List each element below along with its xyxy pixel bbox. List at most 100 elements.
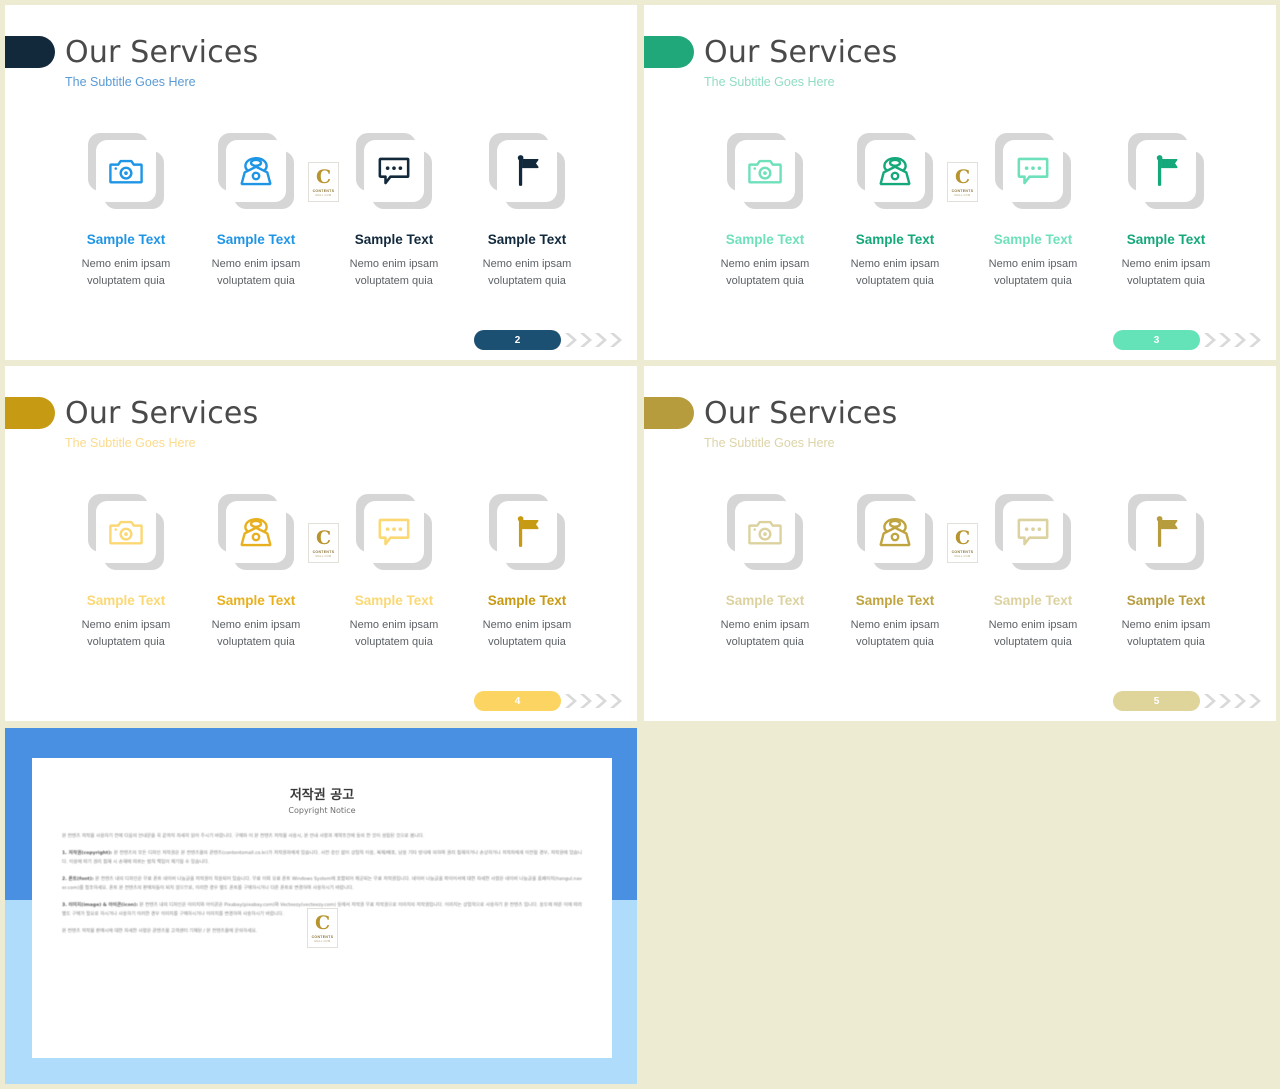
watermark-logo: C CONTENTS MALL.COM bbox=[308, 162, 339, 202]
header-accent-pill bbox=[5, 36, 55, 68]
chat-icon bbox=[364, 140, 424, 202]
watermark-letter: C bbox=[954, 165, 971, 188]
service-icon-box[interactable] bbox=[995, 494, 1071, 570]
slide-pager: 3 bbox=[1113, 330, 1264, 350]
service-card[interactable]: Sample Text Nemo enim ipsam voluptatem qui… bbox=[700, 133, 830, 290]
telephone-icon bbox=[226, 501, 286, 563]
slide-pager: 5 bbox=[1113, 691, 1264, 711]
chevron-right-icon bbox=[1249, 694, 1261, 708]
service-card[interactable]: Sample Text Nemo enim ipsam voluptatem qui… bbox=[191, 494, 321, 651]
watermark-line2: MALL.COM bbox=[954, 554, 971, 558]
service-card-description: Nemo enim ipsam voluptatem quia bbox=[850, 618, 940, 648]
service-card-description: Nemo enim ipsam voluptatem quia bbox=[850, 257, 940, 287]
service-card[interactable]: Sample Text Nemo enim ipsam voluptatem qui… bbox=[1101, 494, 1231, 651]
copyright-document: 저작권 공고 Copyright Notice 본 컨텐츠 저작물 사용하기 전… bbox=[32, 758, 612, 1058]
page-number-badge[interactable]: 3 bbox=[1113, 330, 1200, 350]
service-card-description: Nemo enim ipsam voluptatem quia bbox=[988, 618, 1078, 648]
copyright-subtitle: Copyright Notice bbox=[288, 806, 356, 815]
service-card[interactable]: Sample Text Nemo enim ipsam voluptatem qui… bbox=[968, 494, 1098, 651]
chat-icon bbox=[1003, 140, 1063, 202]
header-accent-pill bbox=[644, 397, 694, 429]
service-card[interactable]: Sample Text Nemo enim ipsam voluptatem qui… bbox=[61, 133, 191, 290]
service-card[interactable]: Sample Text Nemo enim ipsam voluptatem qui… bbox=[462, 494, 592, 651]
service-card[interactable]: Sample Text Nemo enim ipsam voluptatem qui… bbox=[968, 133, 1098, 290]
watermark-logo: C CONTENTS MALL.COM bbox=[947, 162, 978, 202]
watermark-logo: C CONTENTS MALL.COM bbox=[947, 523, 978, 563]
service-card[interactable]: Sample Text Nemo enim ipsam voluptatem qui… bbox=[462, 133, 592, 290]
service-card-title: Sample Text bbox=[86, 593, 166, 608]
service-card-description: Nemo enim ipsam voluptatem quia bbox=[988, 257, 1078, 287]
service-card-description: Nemo enim ipsam voluptatem quia bbox=[349, 257, 439, 287]
service-icon-box[interactable] bbox=[218, 133, 294, 209]
slide-title: Our Services bbox=[704, 396, 898, 431]
service-card-title: Sample Text bbox=[855, 232, 935, 247]
service-icon-box[interactable] bbox=[727, 133, 803, 209]
service-card[interactable]: Sample Text Nemo enim ipsam voluptatem qui… bbox=[329, 494, 459, 651]
pager-chevrons[interactable] bbox=[1204, 330, 1264, 350]
slide-pager: 4 bbox=[474, 691, 625, 711]
watermark-line1: CONTENTS bbox=[311, 934, 334, 939]
chat-icon bbox=[1003, 501, 1063, 563]
service-card[interactable]: Sample Text Nemo enim ipsam voluptatem qui… bbox=[830, 494, 960, 651]
watermark-letter: C bbox=[315, 526, 332, 549]
service-icon-box[interactable] bbox=[88, 494, 164, 570]
service-card-title: Sample Text bbox=[487, 593, 567, 608]
service-icon-box[interactable] bbox=[88, 133, 164, 209]
flag-icon bbox=[497, 501, 557, 563]
service-card-title: Sample Text bbox=[354, 232, 434, 247]
slide-thumbnail[interactable]: Our Services The Subtitle Goes Here Sample… bbox=[644, 366, 1276, 721]
service-icon-box[interactable] bbox=[995, 133, 1071, 209]
service-icon-box[interactable] bbox=[356, 133, 432, 209]
watermark-line2: MALL.COM bbox=[315, 193, 332, 197]
service-card[interactable]: Sample Text Nemo enim ipsam voluptatem qui… bbox=[830, 133, 960, 290]
pager-chevrons[interactable] bbox=[565, 691, 625, 711]
page-number-badge[interactable]: 5 bbox=[1113, 691, 1200, 711]
page-number-badge[interactable]: 2 bbox=[474, 330, 561, 350]
service-icon-box[interactable] bbox=[857, 494, 933, 570]
slide-title: Our Services bbox=[65, 396, 259, 431]
pager-chevrons[interactable] bbox=[1204, 691, 1264, 711]
page-number-badge[interactable]: 4 bbox=[474, 691, 561, 711]
watermark-line2: MALL.COM bbox=[954, 193, 971, 197]
flag-icon bbox=[1136, 140, 1196, 202]
service-icon-box[interactable] bbox=[356, 494, 432, 570]
copyright-paragraph: 2. 폰트(font): 본 컨텐츠 내의 디자인은 무료 폰트 네이버 나눔글… bbox=[62, 877, 582, 891]
service-icon-box[interactable] bbox=[727, 494, 803, 570]
camera-icon bbox=[96, 501, 156, 563]
service-icon-box[interactable] bbox=[489, 133, 565, 209]
service-card-title: Sample Text bbox=[725, 232, 805, 247]
watermark-logo: C CONTENTS MALL.COM bbox=[308, 523, 339, 563]
watermark-letter: C bbox=[314, 911, 331, 934]
service-card-description: Nemo enim ipsam voluptatem quia bbox=[211, 257, 301, 287]
service-card-description: Nemo enim ipsam voluptatem quia bbox=[81, 618, 171, 648]
watermark-line1: CONTENTS bbox=[951, 188, 974, 193]
camera-icon bbox=[735, 501, 795, 563]
service-icon-box[interactable] bbox=[1128, 133, 1204, 209]
copyright-title: 저작권 공고 bbox=[289, 788, 355, 803]
flag-icon bbox=[1136, 501, 1196, 563]
header-accent-pill bbox=[644, 36, 694, 68]
service-card-description: Nemo enim ipsam voluptatem quia bbox=[720, 257, 810, 287]
watermark-line2: MALL.COM bbox=[315, 554, 332, 558]
service-card[interactable]: Sample Text Nemo enim ipsam voluptatem qui… bbox=[700, 494, 830, 651]
service-icon-box[interactable] bbox=[857, 133, 933, 209]
watermark-line1: CONTENTS bbox=[312, 188, 335, 193]
service-icon-box[interactable] bbox=[218, 494, 294, 570]
copyright-notice-panel[interactable]: 저작권 공고 Copyright Notice 본 컨텐츠 저작물 사용하기 전… bbox=[5, 728, 637, 1084]
service-card-description: Nemo enim ipsam voluptatem quia bbox=[349, 618, 439, 648]
pager-chevrons[interactable] bbox=[565, 330, 625, 350]
service-card[interactable]: Sample Text Nemo enim ipsam voluptatem qui… bbox=[191, 133, 321, 290]
service-card[interactable]: Sample Text Nemo enim ipsam voluptatem qui… bbox=[329, 133, 459, 290]
camera-icon bbox=[96, 140, 156, 202]
slide-thumbnail[interactable]: Our Services The Subtitle Goes Here Sample… bbox=[644, 5, 1276, 360]
slide-thumbnail[interactable]: Our Services The Subtitle Goes Here Sample… bbox=[5, 366, 637, 721]
service-icon-box[interactable] bbox=[1128, 494, 1204, 570]
slide-thumbnail[interactable]: Our Services The Subtitle Goes Here Sample… bbox=[5, 5, 637, 360]
service-icon-box[interactable] bbox=[489, 494, 565, 570]
service-card[interactable]: Sample Text Nemo enim ipsam voluptatem qui… bbox=[61, 494, 191, 651]
slide-subtitle: The Subtitle Goes Here bbox=[704, 75, 835, 89]
chevron-right-icon bbox=[610, 694, 622, 708]
service-card[interactable]: Sample Text Nemo enim ipsam voluptatem qui… bbox=[1101, 133, 1231, 290]
slide-subtitle: The Subtitle Goes Here bbox=[65, 75, 196, 89]
service-card-title: Sample Text bbox=[993, 593, 1073, 608]
